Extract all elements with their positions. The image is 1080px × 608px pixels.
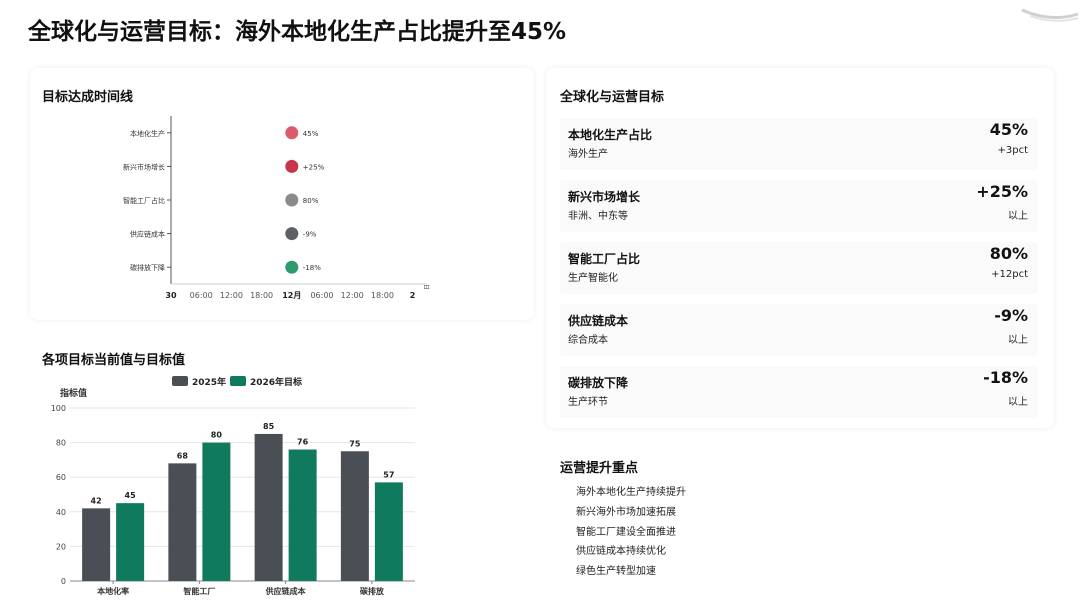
goal-name: 本地化生产占比: [568, 128, 653, 142]
bar: [374, 482, 403, 581]
timeline-card: 目标达成时间线 本地化生产 45% 新兴市场增长 +25% 智能工厂占比 80% 供应链成本…: [30, 68, 534, 320]
x-tick-label: 供应链成本: [265, 586, 306, 596]
goal-row: 新兴市场增长 非洲、中东等 +25% 以上: [560, 180, 1038, 232]
timeline-value-label: -18%: [303, 264, 321, 272]
bar: [82, 508, 111, 581]
bar: [254, 433, 283, 581]
x-tick-label: 智能工厂: [183, 586, 215, 596]
bar-value-label: 75: [349, 439, 361, 448]
timeline-dot: [285, 159, 299, 173]
bar-value-label: 85: [263, 422, 275, 431]
bar: [116, 503, 145, 581]
goal-value: 45%: [989, 120, 1028, 139]
goal-row: 智能工厂占比 生产智能化 80% +12pct: [560, 242, 1038, 294]
focus-item: 新兴海外市场加速拓展: [576, 507, 676, 518]
goal-row: 供应链成本 综合成本 -9% 以上: [560, 304, 1038, 356]
timeline-x-tick-label: 06:00: [310, 291, 333, 300]
timeline-x-tick-label: 12:00: [341, 291, 364, 300]
timeline-dot: [285, 227, 299, 241]
timeline-dot: [285, 260, 299, 274]
goal-sub: 非洲、中东等: [568, 211, 628, 222]
timeline-x-tick-label: 30: [165, 291, 177, 300]
y-tick-label: 0: [61, 577, 66, 586]
bar: [288, 449, 317, 581]
goals-card: 全球化与运营目标 本地化生产占比 海外生产 45% +3pct 新兴市场增长 非…: [546, 68, 1054, 428]
goal-sub: 生产智能化: [568, 273, 618, 284]
x-tick-label: 碳排放: [360, 586, 385, 596]
timeline-x-tick-label: 18:00: [250, 291, 273, 300]
timeline-category-label: 供应链成本: [130, 230, 165, 239]
timeline-value-label: 80%: [303, 197, 319, 205]
y-tick-label: 60: [56, 473, 66, 482]
goal-delta: +12pct: [991, 269, 1028, 280]
goal-sub: 生产环节: [568, 397, 608, 408]
goal-sub: 海外生产: [568, 149, 608, 160]
goal-value: -18%: [983, 368, 1028, 387]
goal-name: 碳排放下降: [568, 376, 629, 390]
goal-delta: +3pct: [997, 145, 1028, 156]
bar: [340, 451, 369, 581]
goal-delta: 以上: [1008, 211, 1028, 222]
y-tick-label: 20: [56, 542, 66, 551]
timeline-x-tick-label: 06:00: [190, 291, 213, 300]
timeline-x-tick-label: 12:00: [220, 291, 243, 300]
y-tick-label: 100: [51, 404, 66, 413]
goal-name: 智能工厂占比: [568, 252, 641, 266]
bar-value-label: 80: [211, 431, 223, 440]
timeline-x-tick-label: 12月: [282, 291, 301, 300]
y-axis-label: 指标值: [60, 387, 87, 399]
goal-value: +25%: [976, 182, 1028, 201]
bar-value-label: 57: [383, 470, 394, 479]
bar: [168, 463, 197, 581]
focus-title: 运营提升重点: [560, 461, 639, 476]
timeline-dot: [285, 126, 299, 140]
goal-delta: 以上: [1008, 335, 1028, 346]
legend-swatch: [172, 376, 188, 386]
timeline-value-label: 45%: [303, 130, 319, 138]
goals-title: 全球化与运营目标: [560, 90, 665, 105]
focus-item: 海外本地化生产持续提升: [576, 487, 686, 498]
y-tick-label: 80: [56, 439, 66, 448]
bar-chart-title: 各项目标当前值与目标值: [42, 353, 186, 368]
corner-decoration: [1021, 8, 1079, 22]
timeline-category-label: 碳排放下降: [130, 263, 165, 272]
timeline-value-label: +25%: [303, 163, 325, 171]
goal-delta: 以上: [1008, 397, 1028, 408]
page-title: 全球化与运营目标：海外本地化生产占比提升至45%: [28, 19, 567, 45]
y-tick-label: 40: [56, 508, 66, 517]
legend-swatch: [230, 376, 246, 386]
timeline-axis-end-marker: 日: [424, 284, 431, 290]
goal-name: 供应链成本: [568, 314, 629, 328]
goal-value: -9%: [994, 306, 1028, 325]
bar-value-label: 68: [177, 451, 189, 460]
goal-row: 本地化生产占比 海外生产 45% +3pct: [560, 118, 1038, 170]
legend-label: 2026年目标: [250, 376, 302, 388]
x-tick-label: 本地化率: [96, 586, 129, 596]
bar: [202, 442, 231, 581]
timeline-category-label: 本地化生产: [130, 129, 165, 138]
goal-value: 80%: [989, 244, 1028, 263]
timeline-dot: [285, 193, 299, 207]
bar-chart: 2025年 2026年目标指标值 0 20 40 60 80 100 42 45 本地化率 68 80 智…: [51, 376, 415, 596]
focus-item: 智能工厂建设全面推进: [576, 527, 676, 538]
focus-item: 绿色生产转型加速: [576, 566, 656, 577]
timeline-chart: 本地化生产 45% 新兴市场增长 +25% 智能工厂占比 80% 供应链成本 -9% 碳排放下降…: [123, 116, 431, 300]
goal-sub: 综合成本: [568, 335, 608, 346]
timeline-category-label: 新兴市场增长: [123, 162, 165, 171]
bar-value-label: 76: [297, 438, 309, 447]
timeline-x-tick-label: 2: [410, 291, 416, 300]
focus-item: 供应链成本持续优化: [576, 546, 666, 557]
goal-name: 新兴市场增长: [568, 190, 641, 204]
legend-label: 2025年: [192, 376, 226, 388]
timeline-x-tick-label: 18:00: [371, 291, 394, 300]
bar-value-label: 45: [125, 491, 137, 500]
goal-row: 碳排放下降 生产环节 -18% 以上: [560, 366, 1038, 418]
bar-value-label: 42: [91, 496, 102, 505]
timeline-value-label: -9%: [303, 231, 317, 239]
timeline-category-label: 智能工厂占比: [123, 196, 165, 205]
